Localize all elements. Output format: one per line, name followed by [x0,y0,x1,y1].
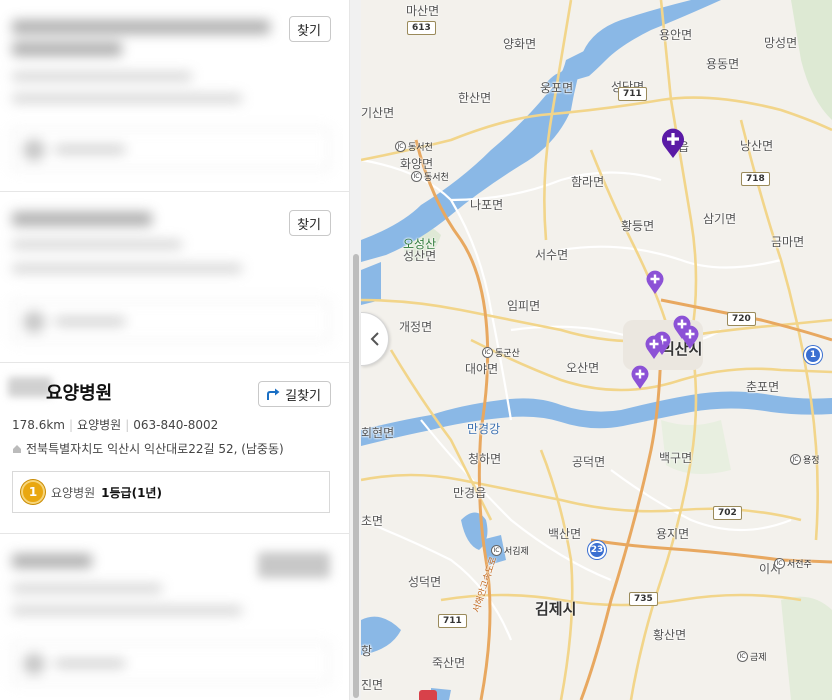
road-number: 613 [407,21,436,35]
scrollbar-thumb[interactable] [353,254,359,698]
route-button[interactable]: 길찾기 [258,381,331,407]
results-list[interactable]: 찾기 찾기 요양병원 길찾기 178.6km | 요양병원 | 063-840-… [0,0,349,700]
interchange-label: 서김제 [504,547,529,557]
road-number: 718 [741,172,770,186]
interchange-icon: IC [482,347,493,358]
scrollbar[interactable] [349,0,361,700]
map-label: 한산면 [458,91,492,105]
map-label: 나포면 [470,198,504,212]
hospital-pin-icon[interactable] [644,335,664,360]
facility-meta: 178.6km | 요양병원 | 063-840-8002 [12,418,219,432]
grade-medal-icon: 1 [21,480,45,504]
map-label: 오산면 [566,361,600,375]
list-item-featured[interactable]: 요양병원 길찾기 178.6km | 요양병원 | 063-840-8002 전북특별자… [0,363,349,534]
map-label: 용안면 [659,28,693,42]
map-label: 백구면 [659,451,693,465]
highway-number-icon: 23 [588,541,606,559]
map-label: 춘포면 [746,380,780,394]
interchange-label: 금제 [750,653,767,663]
map-label: 양화면 [503,37,537,51]
selected-hospital-pin-icon[interactable] [660,127,686,159]
map-label: 만경읍 [453,486,487,500]
interchange-label: 서전주 [787,560,812,570]
map-label: 개정면 [399,320,433,334]
city-label: 김제시 [535,600,577,618]
expressway-shield-icon [419,690,437,700]
chevron-left-icon [370,332,379,346]
map-label: 망성면 [764,36,798,50]
map-label: 성덕면 [408,575,442,589]
map-label: 황산면 [653,628,687,642]
road-number: 711 [438,614,467,628]
road-number: 711 [618,87,647,101]
road-number: 702 [713,506,742,520]
grade-box: 1 요양병원 1등급(1년) [12,471,330,513]
route-button-label: 길찾기 [285,388,321,404]
category: 요양병원 [77,418,122,432]
route-arrow-icon [267,388,280,400]
route-button-label: 찾기 [297,217,321,233]
interchange-label: 용정 [803,456,820,466]
route-button[interactable]: 찾기 [289,210,331,236]
map-label: 만경강 [467,422,501,436]
facility-name: 요양병원 [46,383,113,404]
distance: 178.6km [12,418,65,432]
map-label: 용지면 [656,527,690,541]
map-label: 공덕면 [572,455,606,469]
hospital-pin-icon[interactable] [630,365,650,390]
interchange-label: 동서천 [424,173,449,183]
map-label: 마산면 [406,4,440,18]
interchange-icon: IC [411,171,422,182]
results-panel: 찾기 찾기 요양병원 길찾기 178.6km | 요양병원 | 063-840-… [0,0,361,700]
road-number: 735 [629,592,658,606]
map-label: 진면 [361,678,384,692]
map-label: 대야면 [465,362,499,376]
route-button[interactable]: 찾기 [289,16,331,42]
interchange-icon: IC [737,651,748,662]
map-view[interactable]: 마산면 용안면 망성면 양화면 웅포면 성당면 용동면 한산면 기산면 낭산면 … [361,0,832,700]
map-label: 청하면 [468,452,502,466]
map-label: 성산면 [403,249,437,263]
grade-type: 요양병원 [51,485,96,500]
map-label: 삼기면 [703,212,737,226]
interchange-label: 동서천 [408,143,433,153]
map-label: 임피면 [507,299,541,313]
junction-icon: JC [395,141,406,152]
hospital-pin-icon[interactable] [645,270,665,295]
grade-value: 1등급(1년) [101,485,162,500]
phone-number: 063-840-8002 [133,418,219,432]
map-label: 초면 [361,514,384,528]
map-label: 용동면 [706,57,740,71]
route-button[interactable] [258,552,330,578]
route-button-label: 찾기 [297,23,321,39]
map-label: 함라면 [571,175,605,189]
map-label: 웅포면 [540,81,574,95]
map-label: 백산면 [548,527,582,541]
interchange-label: 동군산 [495,349,520,359]
hospital-pin-icon[interactable] [680,325,700,350]
map-label: 금마면 [771,235,805,249]
list-item[interactable] [0,534,349,700]
interchange-icon: IC [491,545,502,556]
list-item[interactable]: 찾기 [0,192,349,363]
highway-number-icon: 1 [804,346,822,364]
list-item[interactable]: 찾기 [0,0,349,192]
home-icon [13,444,21,453]
map-label: 죽산면 [432,656,466,670]
address-text: 전북특별자치도 익산시 익산대로22길 52, (남중동) [26,442,284,456]
map-label: 기산면 [361,106,395,120]
map-base [361,0,832,700]
map-label: 항 [361,644,373,658]
map-label: 황등면 [621,219,655,233]
facility-address: 전북특별자치도 익산시 익산대로22길 52, (남중동) [12,440,284,457]
map-label: 낭산면 [740,139,774,153]
interchange-icon: IC [774,558,785,569]
map-label: 서수면 [535,248,569,262]
map-label: 회현면 [361,426,395,440]
road-number: 720 [727,312,756,326]
junction-icon: JC [790,454,801,465]
